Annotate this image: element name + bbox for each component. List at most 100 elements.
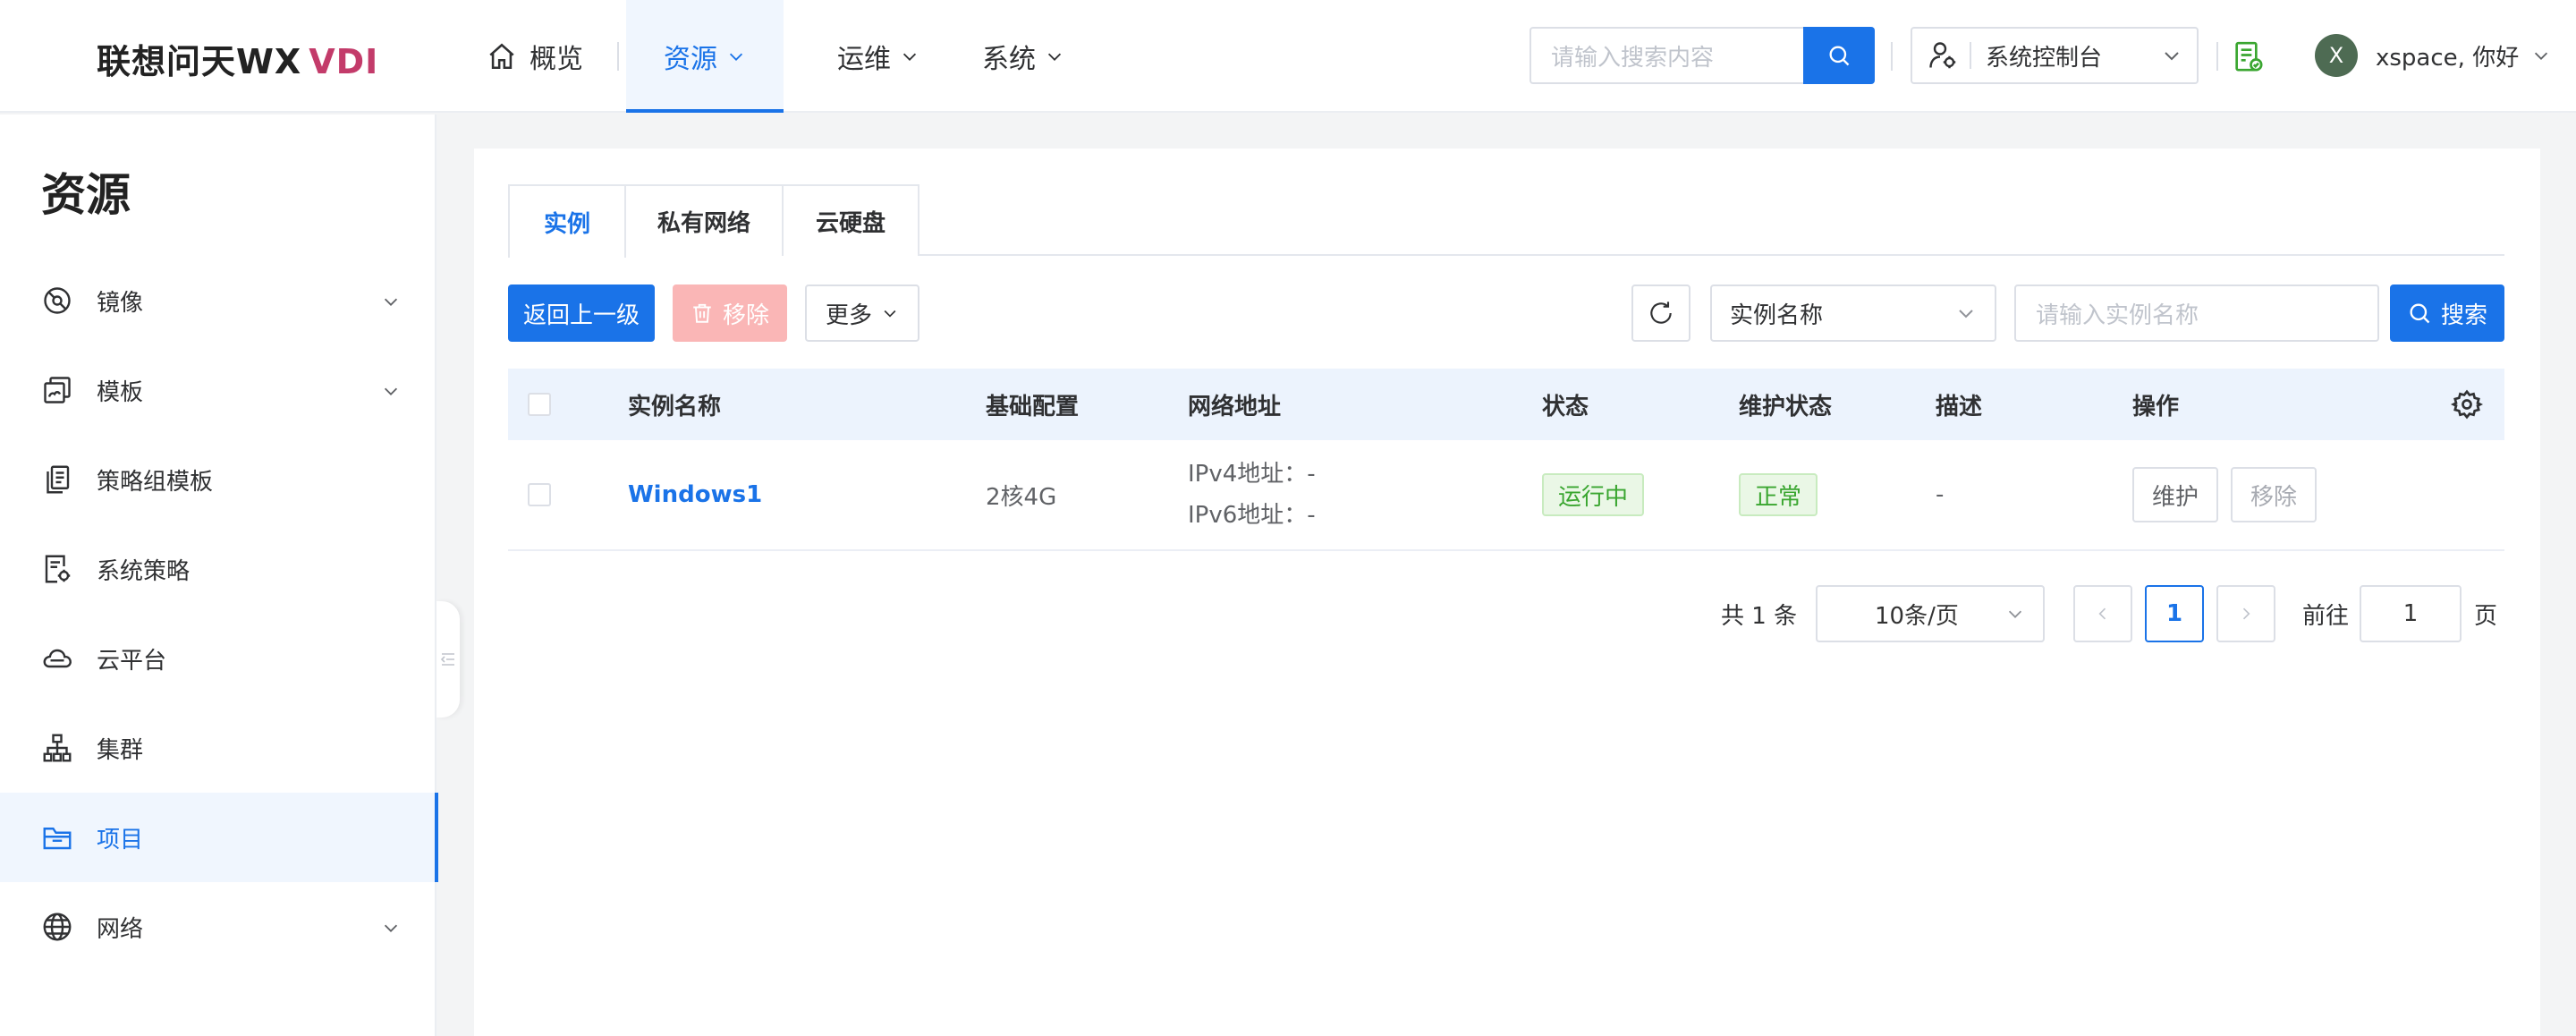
nav-resources[interactable]: 资源 [626, 0, 784, 113]
console-label: 系统控制台 [1986, 44, 2103, 72]
nav-overview-label: 概览 [530, 44, 583, 75]
pagination-total: 共 1 条 [1721, 602, 1798, 630]
filter-field-select[interactable]: 实例名称 [1710, 284, 1996, 342]
sidebar-item-policy-group-templates[interactable]: 策略组模板 [0, 435, 436, 524]
instance-name-link[interactable]: Windows1 [628, 440, 762, 549]
sidebar-item-label: 镜像 [97, 289, 144, 317]
user-greeting: xspace, 你好 [2376, 44, 2520, 72]
chevron-down-icon [2535, 52, 2548, 60]
chevron-down-icon [384, 298, 398, 306]
chevron-down-icon [384, 924, 398, 932]
prev-page-button[interactable] [2073, 585, 2132, 642]
maintenance-cell: 正常 [1739, 440, 1818, 549]
license-icon[interactable] [2231, 39, 2267, 79]
global-search-button[interactable] [1803, 27, 1875, 84]
tab-bar: 实例 私有网络 云硬盘 [508, 184, 2504, 258]
nav-overview[interactable]: 概览 [465, 0, 610, 113]
table-header: 实例名称 基础配置 网络地址 状态 维护状态 描述 操作 [508, 369, 2504, 440]
sidebar-item-label: 项目 [97, 826, 144, 853]
next-page-button[interactable] [2216, 585, 2275, 642]
chevron-down-icon [729, 53, 743, 61]
network-address: IPv4地址：- IPv6地址：- [1188, 440, 1316, 549]
row-checkbox[interactable] [528, 440, 551, 549]
goto-page-input[interactable]: 1 [2360, 585, 2462, 642]
logo-text: 联想问天WX [97, 42, 302, 81]
sidebar-item-cloud-platform[interactable]: 云平台 [0, 614, 436, 703]
header-divider [1891, 42, 1893, 71]
tab-instances[interactable]: 实例 [508, 184, 626, 258]
tab-cloud-disk[interactable]: 云硬盘 [782, 184, 919, 256]
sidebar-item-label: 集群 [97, 736, 144, 764]
select-all-checkbox[interactable] [528, 369, 551, 440]
nav-system-label: 系统 [982, 44, 1036, 75]
sidebar-item-cluster[interactable]: 集群 [0, 703, 436, 793]
maintain-button[interactable]: 维护 [2132, 467, 2219, 522]
refresh-button[interactable] [1631, 284, 1690, 342]
search-button-label: 搜索 [2440, 301, 2487, 329]
cluster-icon [39, 730, 75, 766]
content-panel: 实例 私有网络 云硬盘 返回上一级 移除 更多 实例名称 请输入实例名称 搜索 … [474, 149, 2540, 1036]
sidebar-item-images[interactable]: 镜像 [0, 256, 436, 345]
disc-icon [39, 283, 75, 318]
column-header: 状态 [1542, 393, 1589, 420]
chevron-down-icon [1047, 53, 1062, 61]
avatar: X [2315, 34, 2358, 77]
sidebar-collapse-handle[interactable] [436, 601, 460, 718]
sidebar-item-label: 系统策略 [97, 557, 191, 585]
top-header: 联想问天WX VDI 概览 资源 运维 系统 请输入搜索内容 系统控制台 X x… [0, 0, 2576, 113]
sidebar-item-system-policy[interactable]: 系统策略 [0, 524, 436, 614]
console-select[interactable]: 系统控制台 [1911, 27, 2199, 84]
user-settings-icon [1929, 42, 1956, 69]
sidebar-item-network[interactable]: 网络 [0, 882, 436, 972]
sidebar-item-templates[interactable]: 模板 [0, 345, 436, 435]
row-remove-button[interactable]: 移除 [2231, 467, 2318, 522]
maintenance-badge: 正常 [1739, 473, 1818, 516]
sidebar: 资源 镜像 模板 策略组模板 系统策略 云平台 集群 项目 网络 [0, 115, 438, 1036]
column-settings-icon[interactable] [2451, 369, 2483, 440]
sidebar-item-projects[interactable]: 项目 [0, 793, 438, 882]
chevron-down-icon [2165, 52, 2179, 61]
logo-suffix: VDI [309, 42, 379, 81]
nav-resources-label: 资源 [664, 44, 717, 75]
description-cell: - [1936, 481, 1945, 508]
search-button[interactable]: 搜索 [2390, 284, 2504, 342]
logo: 联想问天WX VDI [97, 34, 378, 83]
back-button[interactable]: 返回上一级 [508, 284, 655, 342]
page-size-select[interactable]: 10条/页 [1816, 585, 2045, 642]
search-icon [1829, 46, 1850, 66]
chevron-down-icon [884, 310, 896, 318]
remove-button[interactable]: 移除 [673, 284, 787, 342]
console-divider [1970, 42, 1971, 69]
instance-config: 2核4G [986, 483, 1057, 511]
more-button[interactable]: 更多 [805, 284, 919, 342]
sidebar-title: 资源 [41, 169, 131, 221]
table-row: Windows1 2核4G IPv4地址：- IPv6地址：- 运行中 正常 -… [508, 440, 2504, 551]
column-header: 维护状态 [1739, 393, 1833, 420]
nav-divider [617, 42, 619, 71]
column-header: 基础配置 [986, 393, 1080, 420]
folder-icon [39, 819, 75, 855]
chevron-right-icon [2242, 607, 2250, 620]
sidebar-item-label: 云平台 [97, 647, 167, 675]
system-policy-icon [39, 551, 75, 587]
chevron-down-icon [902, 53, 917, 61]
nav-ops[interactable]: 运维 [784, 0, 955, 113]
sidebar-item-label: 网络 [97, 915, 144, 943]
trash-icon [693, 303, 711, 323]
tab-private-network[interactable]: 私有网络 [624, 184, 784, 256]
page-number-current[interactable]: 1 [2145, 585, 2204, 642]
goto-label: 前往 [2302, 602, 2350, 630]
global-search: 请输入搜索内容 [1530, 27, 1875, 84]
user-menu[interactable]: X xspace, 你好 [2315, 34, 2551, 77]
status-badge: 运行中 [1542, 473, 1645, 516]
column-header: 网络地址 [1188, 393, 1282, 420]
template-icon [39, 372, 75, 408]
status-cell: 运行中 [1542, 440, 1645, 549]
instance-name-input[interactable]: 请输入实例名称 [2014, 284, 2379, 342]
policy-group-icon [39, 462, 75, 497]
global-search-input[interactable]: 请输入搜索内容 [1530, 27, 1803, 84]
chevron-left-icon [2098, 607, 2106, 620]
refresh-icon [1650, 301, 1672, 324]
nav-system[interactable]: 系统 [955, 0, 1100, 113]
chevron-down-icon [384, 387, 398, 395]
